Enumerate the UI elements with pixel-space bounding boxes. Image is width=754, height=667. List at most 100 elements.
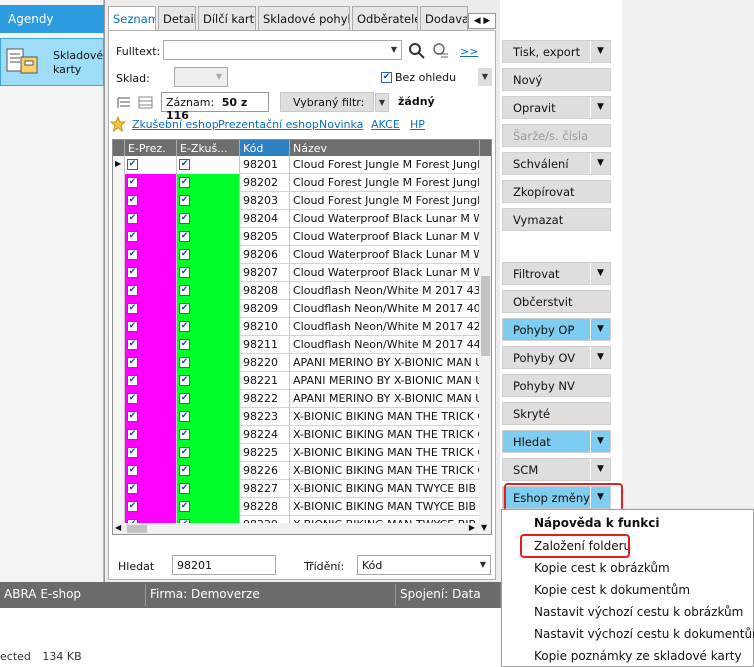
e-prez-checkbox[interactable]: ✔ [127,465,138,476]
search-options-icon[interactable] [432,42,450,60]
e-prez-checkbox[interactable]: ✔ [127,231,138,242]
e-prez-checkbox[interactable]: ✔ [127,213,138,224]
fulltext-dropdown-icon[interactable]: ▼ [387,41,401,59]
e-prez-checkbox[interactable]: ✔ [127,429,138,440]
e-prez-checkbox[interactable]: ✔ [127,285,138,296]
cell-e-prez[interactable]: ✔ [125,264,177,282]
agenda-header[interactable]: Agendy [0,5,104,33]
cell-e-zkus[interactable]: ✔ [177,444,240,462]
cell-e-zkus[interactable]: ✔ [177,318,240,336]
table-row[interactable]: ✔ ✔ 98227 X-BIONIC BIKING MAN TWYCE BIB SH [113,480,480,498]
tab-dodavatele[interactable]: Dodavat [420,6,468,30]
cell-e-zkus[interactable]: ✔ [177,498,240,516]
table-row[interactable]: ✔ ✔ 98220 APANI MERINO BY X-BIONIC MAN UW [113,354,480,372]
e-zkus-checkbox[interactable]: ✔ [179,231,190,242]
cell-e-prez[interactable]: ✔ [125,480,177,498]
cell-e-zkus[interactable]: ✔ [177,462,240,480]
e-zkus-checkbox[interactable]: ✔ [179,357,190,368]
tab-scroll-arrows[interactable]: ◀ ▶ [468,13,496,29]
e-zkus-checkbox[interactable]: ✔ [179,501,190,512]
cell-e-prez[interactable]: ✔ [125,372,177,390]
cell-e-prez[interactable]: ✔ [125,318,177,336]
cell-e-zkus[interactable]: ✔ [177,174,240,192]
e-zkus-checkbox[interactable]: ✔ [179,177,190,188]
e-zkus-checkbox[interactable]: ✔ [179,213,190,224]
e-zkus-checkbox[interactable]: ✔ [179,303,190,314]
button-dropdown-icon[interactable]: ▼ [590,431,610,452]
table-row[interactable]: ✔ ✔ 98221 APANI MERINO BY X-BIONIC MAN UW [113,372,480,390]
button-12[interactable]: Skryté [502,402,611,425]
table-row[interactable]: ✔ ✔ 98226 X-BIONIC BIKING MAN THE TRICK OW [113,462,480,480]
advanced-link[interactable]: >> [460,45,478,58]
cell-e-prez[interactable]: ✔ [125,390,177,408]
button-dropdown-icon[interactable]: ▼ [590,153,610,174]
button-dropdown-icon[interactable]: ▼ [590,347,610,368]
scroll-left-icon[interactable]: ◀ [115,523,121,532]
e-prez-checkbox[interactable]: ✔ [127,501,138,512]
cell-e-zkus[interactable]: ✔ [177,426,240,444]
cell-e-prez[interactable]: ✔ [125,174,177,192]
cell-e-zkus[interactable]: ✔ [177,354,240,372]
button-5[interactable]: Zkopírovat [502,180,611,203]
e-prez-checkbox[interactable]: ✔ [127,483,138,494]
table-row[interactable]: ✔ ✔ 98207Cloud Waterproof Black Lunar M WP… [113,264,480,282]
scroll-down-icon[interactable]: ▼ [481,523,487,532]
e-prez-checkbox[interactable]: ✔ [127,393,138,404]
cell-e-prez[interactable]: ✔ [125,300,177,318]
cell-e-prez[interactable]: ✔ [125,444,177,462]
cell-e-prez[interactable]: ✔ [125,462,177,480]
table-row[interactable]: ▶ ✔ ✔ 98201 Cloud Forest Jungle M Forest Jun… [113,156,480,174]
e-zkus-checkbox[interactable]: ✔ [179,483,190,494]
table-row[interactable]: ✔ ✔ 98209 Cloudflash Neon/White M 2017 40 [113,300,480,318]
header-kod[interactable]: Kód [240,140,290,156]
e-zkus-checkbox[interactable]: ✔ [179,393,190,404]
button-dropdown-icon[interactable]: ▼ [590,263,610,284]
bez-ohledu-checkbox[interactable]: ✔ [381,72,392,83]
e-prez-checkbox[interactable]: ✔ [127,159,138,170]
panel-menu-icon[interactable]: ▼ [478,68,492,86]
button-dropdown-icon[interactable]: ▼ [590,459,610,480]
e-prez-checkbox[interactable]: ✔ [127,357,138,368]
cell-e-zkus[interactable]: ✔ [177,246,240,264]
e-zkus-checkbox[interactable]: ✔ [179,429,190,440]
table-row[interactable]: ✔ ✔ 98204Cloud Waterproof Black Lunar M WP… [113,210,480,228]
cell-e-prez[interactable]: ✔ [125,192,177,210]
e-zkus-checkbox[interactable]: ✔ [179,375,190,386]
link-zkusebni-eshop[interactable]: Zkušební eshop [132,118,219,131]
vybrany-filtr-dropdown-icon[interactable]: ▼ [375,93,389,112]
button-dropdown-icon[interactable]: ▼ [590,97,610,118]
cell-e-zkus[interactable]: ✔ [177,192,240,210]
grid-settings-icon[interactable] [138,96,154,110]
tab-detail[interactable]: Detail [158,6,196,30]
button-6[interactable]: Vymazat [502,208,611,231]
horizontal-scroll-thumb[interactable] [127,525,147,533]
button-1[interactable]: Nový [502,68,611,91]
e-zkus-checkbox[interactable]: ✔ [179,249,190,260]
cell-e-prez[interactable]: ✔ [125,282,177,300]
cell-e-zkus[interactable]: ✔ [177,372,240,390]
header-nazev[interactable]: Název [290,140,480,156]
table-row[interactable]: ✔ ✔ 98208 Cloudflash Neon/White M 2017 43 [113,282,480,300]
e-zkus-checkbox[interactable]: ✔ [179,285,190,296]
e-prez-checkbox[interactable]: ✔ [127,375,138,386]
cell-e-zkus[interactable]: ✔ [177,228,240,246]
button-dropdown-icon[interactable]: ▼ [590,319,610,340]
table-row[interactable]: ✔ ✔ 98202 Cloud Forest Jungle M Forest Jung… [113,174,480,192]
agenda-item-skladove-karty[interactable]: Skladové karty [0,38,104,86]
tree-icon[interactable] [116,96,132,110]
table-row[interactable]: ✔ ✔ 98206Cloud Waterproof Black Lunar M WP… [113,246,480,264]
e-zkus-checkbox[interactable]: ✔ [179,465,190,476]
table-row[interactable]: ✔ ✔ 98228 X-BIONIC BIKING MAN TWYCE BIB SH [113,498,480,516]
trideni-dropdown-icon[interactable]: ▼ [476,556,490,574]
button-8[interactable]: Občerstvit [502,290,611,313]
table-row[interactable]: ✔ ✔ 98211 Cloudflash Neon/White M 2017 44 [113,336,480,354]
e-prez-checkbox[interactable]: ✔ [127,303,138,314]
cell-e-prez[interactable]: ✔ [125,426,177,444]
e-prez-checkbox[interactable]: ✔ [127,249,138,260]
e-zkus-checkbox[interactable]: ✔ [179,321,190,332]
table-row[interactable]: ✔ ✔ 98225 X-BIONIC BIKING MAN THE TRICK OW [113,444,480,462]
button-dropdown-icon[interactable]: ▼ [590,41,610,62]
e-prez-checkbox[interactable]: ✔ [127,267,138,278]
e-prez-checkbox[interactable]: ✔ [127,447,138,458]
menu-item-nastavit-cestu-dokumentu[interactable]: Nastavit výchozí cestu k dokumentům [534,627,754,641]
